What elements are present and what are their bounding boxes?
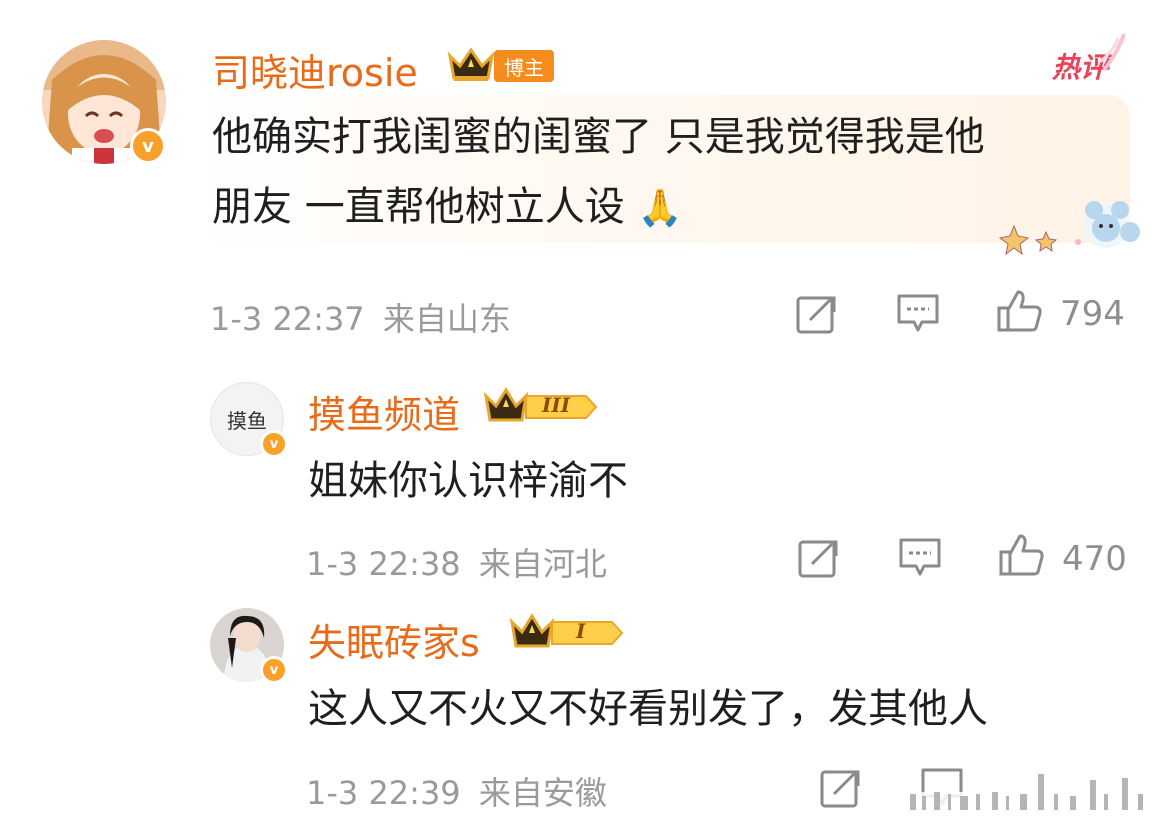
comment-meta: 1-3 22:39 来自安徽 [306,768,607,814]
comment-text-line: 他确实打我闺蜜的闺蜜了 只是我觉得我是他 [212,114,985,160]
comment-icon[interactable] [898,536,942,578]
username[interactable]: 摸鱼频道 [308,384,460,439]
comment-text: 这人又不火又不好看别发了，发其他人 [308,686,988,732]
vip-level: III [542,393,571,417]
verified-badge-icon: v [260,656,288,684]
praying-hands-icon: 🙏 [637,188,683,229]
share-icon[interactable] [796,294,838,334]
comment-text-segment: 朋友 一直帮他树立人设 [212,184,625,230]
timestamp: 1-3 22:38 [306,545,461,583]
comment-meta: 1-3 22:38 来自河北 [306,539,607,585]
avatar-text: 摸鱼 [227,408,267,433]
like-thumb-icon[interactable] [998,532,1046,578]
blogger-badge: 博主 [494,50,554,82]
share-icon[interactable] [798,538,840,578]
vip-crown-icon [447,47,495,81]
avatar[interactable]: 摸鱼 v [210,382,288,458]
comment-meta: 1-3 22:37 来自山东 [210,294,511,340]
vip-level: I [576,619,586,643]
comment-text: 他确实打我闺蜜的闺蜜了 只是我觉得我是他 朋友 一直帮他树立人设 🙏 [212,102,985,244]
hot-flame-icon [1099,33,1126,72]
avatar[interactable]: v [210,608,288,684]
share-icon[interactable] [820,768,862,808]
like-count: 470 [1062,539,1127,579]
watermark-overlay-icon [900,774,1160,812]
comment-text-line: 朋友 一直帮他树立人设 🙏 [212,172,985,244]
username[interactable]: 失眠砖家s [308,612,480,667]
username[interactable]: 司晓迪rosie [212,42,418,97]
location: 来自安徽 [478,774,607,812]
timestamp: 1-3 22:37 [210,300,365,338]
verified-badge-icon: v [260,430,288,458]
location: 来自山东 [382,300,511,338]
location: 来自河北 [478,545,607,583]
comment-icon[interactable] [896,292,940,334]
avatar[interactable]: v [42,40,166,164]
verified-badge-icon: v [130,128,166,164]
like-count: 794 [1060,294,1125,334]
comment-text: 姐妹你认识梓渝不 [308,458,628,504]
stars-mouse-decoration-icon [998,201,1140,256]
like-thumb-icon[interactable] [996,288,1044,334]
vip-level-badge-icon [509,613,624,648]
timestamp: 1-3 22:39 [306,774,461,812]
